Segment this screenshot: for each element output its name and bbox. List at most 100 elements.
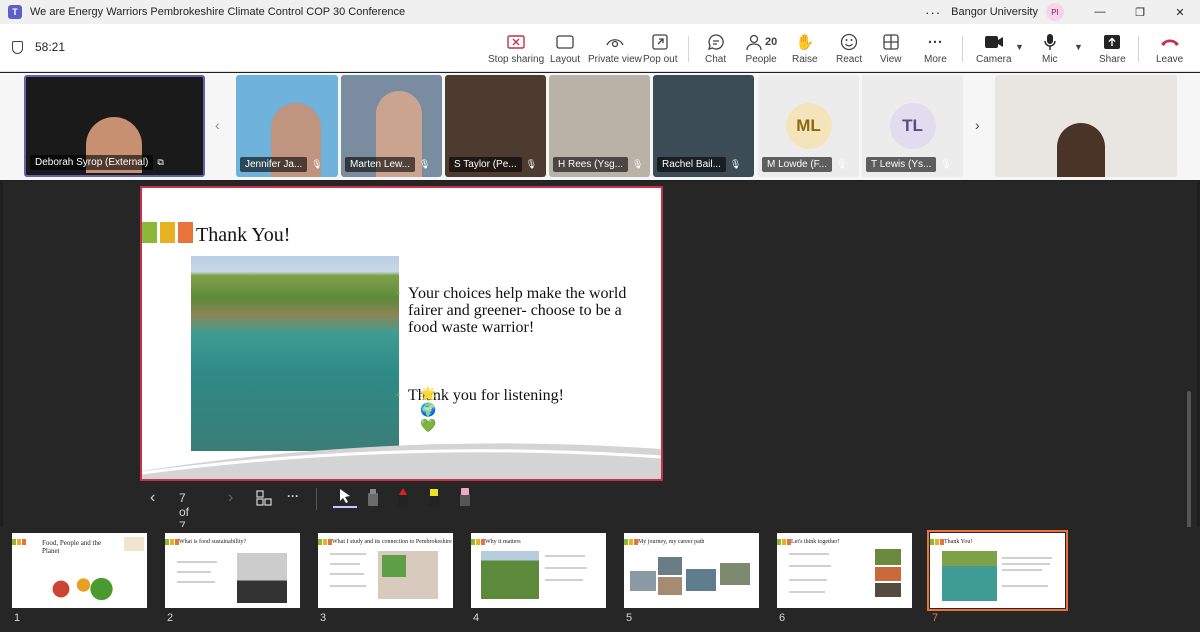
meeting-toolbar: 58:21 Stop sharing Layout Private view P… [0,24,1200,72]
camera-options-chevron-icon[interactable]: ▼ [1015,42,1024,52]
people-icon: 20 [745,32,777,52]
view-button[interactable]: View [880,32,902,65]
participant-tile[interactable]: ML M Lowde (F... 🎙 [758,75,859,177]
self-view-tile[interactable] [995,75,1177,177]
veg-image [34,565,124,605]
participant-tile[interactable]: Rachel Bail... 🎙 [653,75,754,177]
more-button[interactable]: ··· More [924,32,947,66]
slide-title: Thank You! [196,224,291,246]
pink-eraser-tool-button[interactable] [458,487,472,507]
slide-thumbnail[interactable]: Why it matters [471,533,606,608]
thumbnail-number: 3 [320,612,327,624]
people-count: 20 [765,36,778,48]
grid-icon [883,32,899,52]
participant-avatar: ML [785,103,832,149]
leave-button[interactable]: Leave [1156,32,1183,65]
controls-divider [316,488,317,510]
screen-share-icon: ⧉ [157,156,164,167]
slide-thumbnail[interactable]: What I study and its connection to Pembr… [318,533,453,608]
slide-grid-icon[interactable] [256,490,272,506]
layout-icon [556,32,574,52]
share-icon [1103,32,1121,52]
red-pen-tool-button[interactable] [396,487,410,507]
thumbnail-number-selected: 7 [932,612,939,624]
participant-tile[interactable]: Deborah Syrop (External) ⧉ [24,75,205,177]
previous-slide-button[interactable]: ‹ [150,489,155,507]
chevron-left-icon[interactable]: ‹ [215,117,220,133]
chevron-right-icon[interactable]: › [975,117,980,133]
orange-square [178,222,193,243]
mic-off-icon: 🎙 [419,158,431,169]
mic-off-icon: 🎙 [632,158,644,169]
participant-tile[interactable]: Marten Lew... 🎙 [341,75,442,177]
stop-share-icon [507,32,525,52]
hangup-icon [1160,32,1180,52]
self-view-video [1057,123,1105,177]
mic-button[interactable]: Mic [1042,32,1058,65]
window-titlebar: T We are Energy Warriors Pembrokeshire C… [0,0,1200,24]
bullet-dot: • [396,388,401,402]
thumbnail-number: 5 [626,612,633,624]
camera-icon [984,32,1004,52]
user-avatar[interactable]: PI [1046,3,1064,21]
slide-bullet-2: • Thank you for listening! [396,387,564,404]
participant-tile[interactable]: TL T Lewis (Ys... 🎙 [862,75,963,177]
pop-out-button[interactable]: Pop out [643,32,677,65]
slide-thumbnail[interactable]: Food, People and the Planet [12,533,147,608]
slide-thumbnail-selected[interactable]: Thank You! [927,530,1068,611]
ellipsis-icon: ··· [927,33,943,51]
participant-tile[interactable]: H Rees (Ysg... 🎙 [549,75,650,177]
close-window-button[interactable]: ✕ [1160,0,1200,24]
participant-tile[interactable]: Jennifer Ja... 🎙 [236,75,338,177]
eraser-tool-button[interactable] [366,487,380,507]
react-button[interactable]: React [836,32,862,65]
people-button[interactable]: 20 People [745,32,777,65]
logo-image [124,537,144,551]
chat-button[interactable]: Chat [705,32,726,65]
mic-off-icon: 🎙 [525,158,538,169]
share-button[interactable]: Share [1099,32,1126,65]
red-pen-icon [398,488,408,506]
mic-off-icon: 🎙 [940,158,952,169]
toolbar-divider [688,36,689,62]
active-tool-indicator [333,506,357,508]
layout-button[interactable]: Layout [550,32,580,65]
raise-hand-button[interactable]: ✋ Raise [792,32,818,65]
highlighter-icon [429,489,439,506]
shield-icon [12,40,23,54]
chat-icon [707,32,725,52]
map-region [382,555,406,577]
thumbnail-number: 4 [473,612,480,624]
teams-logo-icon: T [8,5,22,19]
slide-thumbnail[interactable]: My journey, my career path [624,533,759,608]
mic-off-icon: 🎙 [836,158,848,169]
slide-thumbnail[interactable]: What is food sustainability? [165,533,300,608]
slide-thumbnail[interactable]: Let's think together! [777,533,912,608]
mic-options-chevron-icon[interactable]: ▼ [1074,42,1083,52]
participant-strip: Deborah Syrop (External) ⧉ ‹ Jennifer Ja.… [0,73,1200,180]
mic-icon [1043,32,1057,52]
shared-content-stage: Thank You! • Your choices help make the … [3,181,1197,631]
more-options-button[interactable]: ··· [925,5,941,20]
minimize-button[interactable]: — [1080,0,1120,24]
stop-sharing-button[interactable]: Stop sharing [488,32,544,65]
participant-tile[interactable]: S Taylor (Pe... 🎙 [445,75,546,177]
bin-image [237,553,287,603]
presenter-more-button[interactable]: ··· [287,489,299,503]
thumbnail-number: 2 [167,612,174,624]
pointer-tool-button[interactable] [333,488,357,508]
eraser-icon [368,489,378,506]
restore-button[interactable]: ❐ [1120,0,1160,24]
camera-button[interactable]: Camera [976,32,1012,65]
window-title: We are Energy Warriors Pembrokeshire Cli… [30,6,406,18]
bullet-dot: • [396,286,401,300]
yellow-square [160,222,175,243]
highlighter-tool-button[interactable] [427,487,441,507]
org-name[interactable]: Bangor University [951,6,1038,18]
private-view-button[interactable]: Private view [588,32,642,65]
smiley-icon [840,32,858,52]
participant-avatar: TL [889,103,936,149]
thumbnail-number: 6 [779,612,786,624]
toolbar-divider [962,36,963,62]
next-slide-button[interactable]: › [228,489,233,507]
